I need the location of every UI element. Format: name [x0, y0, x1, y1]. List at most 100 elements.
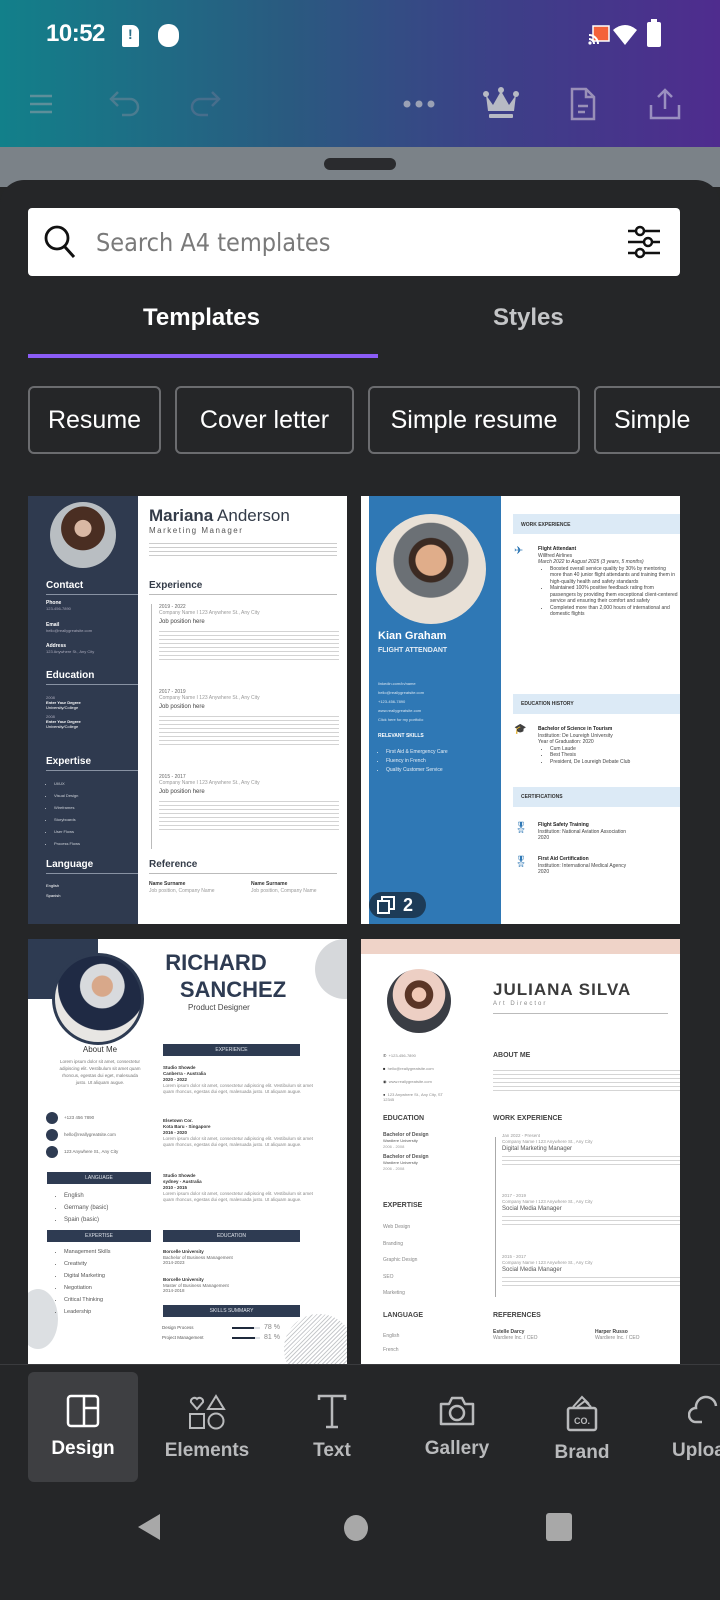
redo-button[interactable]	[183, 82, 227, 126]
more-icon	[403, 100, 435, 108]
nav-gallery[interactable]: Gallery	[402, 1372, 512, 1482]
list-item: Visual Design	[54, 790, 80, 802]
nav-brand[interactable]: CO. Brand	[527, 1372, 637, 1482]
nav-label: Brand	[554, 1442, 610, 1463]
email-text: hello@reallygreatsite.com	[46, 628, 93, 633]
nav-elements[interactable]: Elements	[152, 1372, 262, 1482]
page-count: 2	[403, 894, 414, 915]
section-heading: ABOUT ME	[493, 1052, 531, 1059]
nav-design[interactable]: Design	[28, 1372, 138, 1482]
list-item: English	[64, 1190, 108, 1202]
document-icon	[570, 87, 596, 121]
nav-uploads[interactable]: Uploads	[652, 1372, 720, 1482]
filter-button[interactable]	[626, 225, 662, 259]
list-item: Quality Customer Service	[386, 766, 448, 775]
ref-position: Job position, Company Name	[149, 888, 215, 894]
profile-photo	[387, 969, 451, 1033]
contact-item: +123-456-7890	[378, 699, 406, 704]
resume-name: Mariana Anderson	[149, 506, 290, 526]
cert-year: 2020	[538, 835, 550, 841]
resume-name: RICHARD SANCHEZ	[136, 949, 296, 1003]
job-title: Digital Marketing Manager	[502, 1146, 573, 1152]
list-item: Branding	[383, 1240, 404, 1247]
edu-school: University/College	[46, 724, 79, 729]
shapes-icon	[189, 1394, 226, 1430]
layout-icon	[66, 1394, 100, 1428]
education-entry: Bachelor of Science in Tourism Instituti…	[538, 726, 678, 765]
battery-icon	[647, 19, 661, 47]
list-item: Management Skills	[64, 1246, 110, 1258]
chip-simple[interactable]: Simple	[594, 386, 720, 454]
job-title: Job position here	[159, 704, 205, 710]
edu-school: University/College	[46, 705, 79, 710]
phone-icon	[46, 1111, 58, 1124]
list-item: Fluency in French	[386, 757, 448, 766]
pages-icon	[377, 896, 395, 914]
skill-name: Design Process	[162, 1325, 194, 1330]
premium-button[interactable]	[479, 82, 523, 126]
resume-role: Marketing Manager	[149, 526, 244, 535]
contact-item: www.reallygreatsite.com	[388, 1079, 432, 1084]
back-icon[interactable]	[136, 1512, 162, 1542]
sheet-drag-handle[interactable]	[324, 158, 396, 170]
home-icon[interactable]	[343, 1514, 369, 1542]
contact-item: hello@reallygreatsite.com	[378, 690, 425, 695]
undo-button[interactable]	[103, 82, 147, 126]
share-icon	[649, 88, 681, 120]
bottom-nav: Design Elements Text Gallery CO. Brand U…	[0, 1364, 720, 1494]
address-text: 123 Anywhere St., Any City	[64, 1149, 119, 1154]
more-button[interactable]	[397, 82, 441, 126]
chip-simple-resume[interactable]: Simple resume	[368, 386, 580, 454]
job-entry: 2015 - 2017 Company Name I 123 Anywhere …	[159, 774, 339, 832]
tab-styles[interactable]: Styles	[493, 304, 564, 332]
nav-label: Design	[51, 1438, 115, 1459]
resume-role: Art Director	[493, 1001, 548, 1007]
profile-photo	[376, 514, 486, 624]
section-heading: SKILLS SUMMARY	[163, 1305, 300, 1317]
list-item: Critical Thinking	[64, 1294, 110, 1306]
tab-bar: Templates Styles	[28, 290, 692, 360]
recents-icon[interactable]	[545, 1512, 573, 1542]
resume-role: Product Designer	[188, 1003, 250, 1012]
template-card-kian-graham[interactable]: Kian Graham Flight Attendant linkedin.co…	[361, 496, 680, 924]
nav-label: Uploads	[672, 1440, 720, 1461]
list-item: Maintained 100% positive feedback rating…	[550, 585, 678, 605]
share-button[interactable]	[643, 82, 687, 126]
contact-list: linkedin.com/in/name hello@reallygreatsi…	[378, 679, 424, 724]
job-entry: Elsetown Cor. Kota Baru - Singapore 2016…	[163, 1118, 313, 1148]
job-title: Social Media Manager	[502, 1267, 562, 1273]
section-heading: EXPERIENCE	[163, 1044, 300, 1056]
job-entry: 2019 - 2022 Company Name I 123 Anywhere …	[159, 604, 339, 662]
search-input[interactable]	[96, 222, 616, 262]
section-heading: LANGUAGE	[383, 1312, 424, 1319]
list-item: Germany (basic)	[64, 1202, 108, 1214]
job-company: Company Name I 123 Anywhere St., Any Cit…	[159, 610, 260, 616]
section-heading: Certifications	[513, 787, 680, 807]
chip-resume[interactable]: Resume	[28, 386, 161, 454]
job-description: Lorem ipsum dolor sit amet, consectetur …	[163, 1191, 313, 1202]
search-bar[interactable]	[28, 208, 680, 276]
section-heading: Expertise	[46, 756, 92, 767]
resume-sidebar: Contact Phone 123-456-7890 Email hello@r…	[28, 496, 138, 924]
decor-band	[361, 939, 680, 954]
list-item: UI/UX	[54, 778, 80, 790]
expertise-list: UI/UX Visual Design Wireframes Storyboar…	[54, 778, 80, 850]
job-entry: Studio Showde Canberra - Australia 2020 …	[163, 1065, 313, 1095]
tab-templates[interactable]: Templates	[143, 304, 260, 332]
template-card-richard-sanchez[interactable]: RICHARD SANCHEZ Product Designer About M…	[28, 939, 347, 1364]
ref-position: Wardiere Inc. / CEO	[595, 1335, 640, 1341]
template-card-juliana-silva[interactable]: JULIANA SILVA Art Director ✆ +123-456-78…	[361, 939, 680, 1364]
section-heading: Education History	[513, 694, 680, 714]
nav-text[interactable]: Text	[277, 1372, 387, 1482]
phone-text: +123 456 7890	[64, 1115, 95, 1120]
last-name: Anderson	[217, 506, 290, 525]
resume-name: Kian Graham	[378, 630, 447, 642]
template-card-mariana-anderson[interactable]: Contact Phone 123-456-7890 Email hello@r…	[28, 496, 347, 924]
section-heading: Language	[46, 859, 94, 870]
skill-bar-fill	[232, 1327, 254, 1329]
menu-button[interactable]	[19, 82, 63, 126]
chip-cover-letter[interactable]: Cover letter	[175, 386, 354, 454]
document-button[interactable]	[561, 82, 605, 126]
contact-item: www.reallygreatsite.com	[378, 708, 422, 713]
profile-photo	[50, 502, 116, 568]
